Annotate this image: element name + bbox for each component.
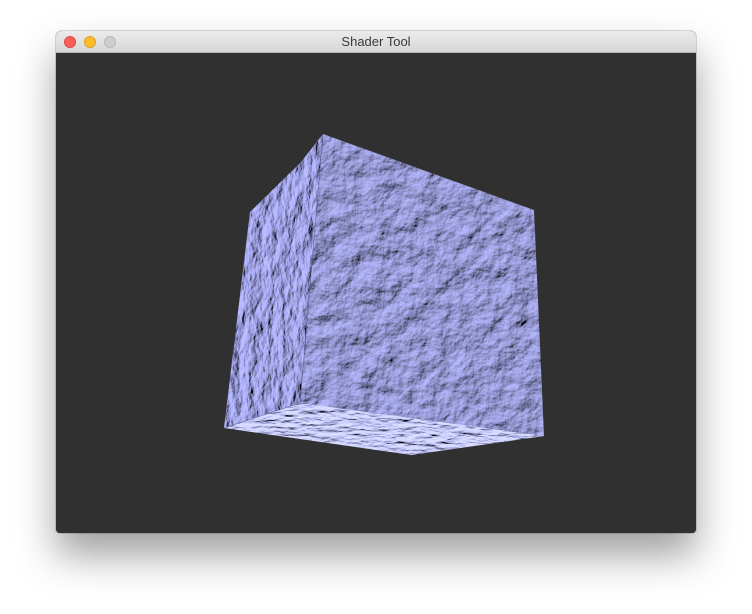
app-window: Shader Tool <box>56 31 696 533</box>
render-viewport[interactable] <box>56 53 696 533</box>
title-bar[interactable]: Shader Tool <box>56 31 696 53</box>
cube-front-face <box>300 134 544 455</box>
render-canvas <box>223 133 544 455</box>
window-title: Shader Tool <box>341 34 411 49</box>
